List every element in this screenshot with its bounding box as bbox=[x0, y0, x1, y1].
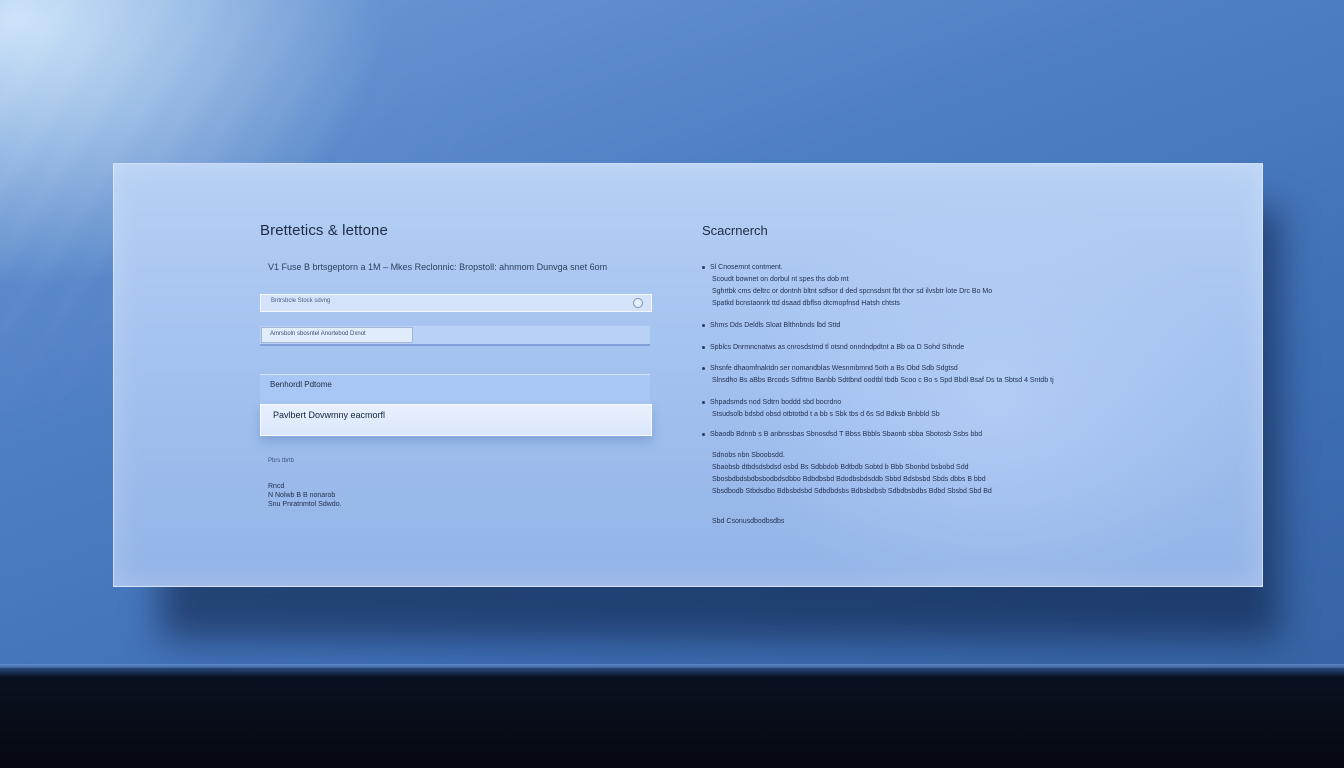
list-item[interactable]: Sdnobs nbn Sboobsdd. Sbaobsb dtbdsdsbdsd… bbox=[702, 450, 1112, 498]
list-item[interactable]: Sl Cnosemnt contment. Scoudt bownet on d… bbox=[702, 262, 1112, 310]
selected-row[interactable]: Pavlbert Dovwmny eacmorfl bbox=[260, 404, 652, 436]
list-item-text: Shsnfe dhaomfnaktdn ser nomandblas Wesnm… bbox=[710, 365, 958, 372]
right-column: Scacrnerch Sl Cnosemnt contment. Scoudt … bbox=[702, 220, 1122, 525]
bullet-icon bbox=[702, 265, 705, 269]
floor bbox=[0, 668, 1344, 768]
list-item-text: Sl Cnosemnt contment. bbox=[710, 264, 783, 271]
list-item-text: Sghrtbk cms deltrc or dontnh bltnt sdfso… bbox=[712, 288, 993, 295]
filter-chip-label: Amrsboln sbosntel Anortebod Dxnot bbox=[270, 331, 366, 337]
address-block: Rncd N Nolwb B B nonarob Snu Pnratnmtol … bbox=[268, 482, 342, 509]
page-subtitle: V1 Fuse B brtsgeptorn a 1M – Mkes Reclon… bbox=[268, 262, 608, 272]
list-item-text: Sbaodb Bdnnb s B anbnssbas Sbnosdsd T Bb… bbox=[710, 431, 983, 438]
bullet-icon bbox=[702, 323, 705, 327]
bullet-icon bbox=[702, 366, 705, 370]
list-item[interactable]: Sbd Csonusdbodbsdbs bbox=[702, 516, 1112, 528]
section-header[interactable]: Benhordl Pdtome bbox=[260, 374, 650, 405]
search-placeholder: Bntrsbcle Stock sdvng bbox=[271, 298, 331, 304]
section-header-label: Benhordl Pdtome bbox=[270, 380, 332, 389]
page-title: Brettetics & lettone bbox=[260, 222, 388, 239]
list-item[interactable]: Shsnfe dhaomfnaktdn ser nomandblas Wesnm… bbox=[702, 363, 1112, 387]
bullet-icon bbox=[702, 432, 705, 436]
circle-icon[interactable] bbox=[633, 298, 643, 308]
main-panel: Brettetics & lettone V1 Fuse B brtsgepto… bbox=[113, 163, 1263, 587]
list-item-text: Scoudt bownet on dorbul nt spes ths dob … bbox=[712, 276, 849, 283]
list-item[interactable]: Shms Dds Deldls Sloat Blthnbnds lbd Sttd bbox=[702, 320, 1112, 332]
bullet-icon bbox=[702, 345, 705, 349]
list-item-text: Sbaobsb dtbdsdsbdsd osbd Bs Sdbbdob Bdtb… bbox=[712, 464, 969, 471]
results-title: Scacrnerch bbox=[702, 223, 768, 238]
list-item[interactable]: Spblcs Dnrmncnatws as cnrosdstmd tl otsn… bbox=[702, 342, 1112, 354]
filter-chip[interactable]: Amrsboln sbosntel Anortebod Dxnot bbox=[261, 327, 413, 343]
desktop-scene: Brettetics & lettone V1 Fuse B brtsgepto… bbox=[0, 0, 1344, 768]
list-item[interactable]: Sbaodb Bdnnb s B anbnssbas Sbnosdsd T Bb… bbox=[702, 429, 1112, 441]
address-line: N Nolwb B B nonarob bbox=[268, 492, 336, 499]
list-item-text: Shms Dds Deldls Sloat Blthnbnds lbd Sttd bbox=[710, 322, 841, 329]
address-line: Rncd bbox=[268, 483, 285, 490]
search-input[interactable]: Bntrsbcle Stock sdvng bbox=[260, 294, 652, 312]
list-item-text: Stsudsolb bdsbd obsd otbtotbd t a bb s S… bbox=[712, 411, 940, 418]
left-column: Brettetics & lettone V1 Fuse B brtsgepto… bbox=[260, 220, 652, 508]
bullet-icon bbox=[702, 400, 705, 404]
list-item-text: Slnsdho Bs aBbs Brcods Sdfrtno Banbb Sdt… bbox=[712, 377, 1054, 384]
list-item-text: Shpadsmds nod Sdtrn boddd sbd bocrdno bbox=[710, 399, 842, 406]
list-item-text: Sbosbdbdsbdbsbodbdsdbbo Bdbdbsbd Bdodbsb… bbox=[712, 476, 986, 483]
filter-bar[interactable]: Amrsboln sbosntel Anortebod Dxnot bbox=[260, 326, 650, 346]
list-item-text: Sbsdbodb Stbdsdbo Bdbsbdsbd Sdbdbdsbs Bd… bbox=[712, 488, 992, 495]
small-link[interactable]: Pbrs tbrtb bbox=[268, 458, 294, 464]
list-item-text: Sdnobs nbn Sboobsdd. bbox=[712, 452, 785, 459]
list-item-text: Spatkd bcnstaonrk ttd dsaad dbflso dtcmo… bbox=[712, 300, 900, 307]
address-line: Snu Pnratnmtol Sdwdo. bbox=[268, 501, 342, 508]
list-item-text: Spblcs Dnrmncnatws as cnrosdstmd tl otsn… bbox=[710, 344, 965, 351]
list-item[interactable]: Shpadsmds nod Sdtrn boddd sbd bocrdno St… bbox=[702, 397, 1112, 421]
list-item-text: Sbd Csonusdbodbsdbs bbox=[712, 518, 785, 525]
selected-row-label: Pavlbert Dovwmny eacmorfl bbox=[273, 410, 386, 420]
